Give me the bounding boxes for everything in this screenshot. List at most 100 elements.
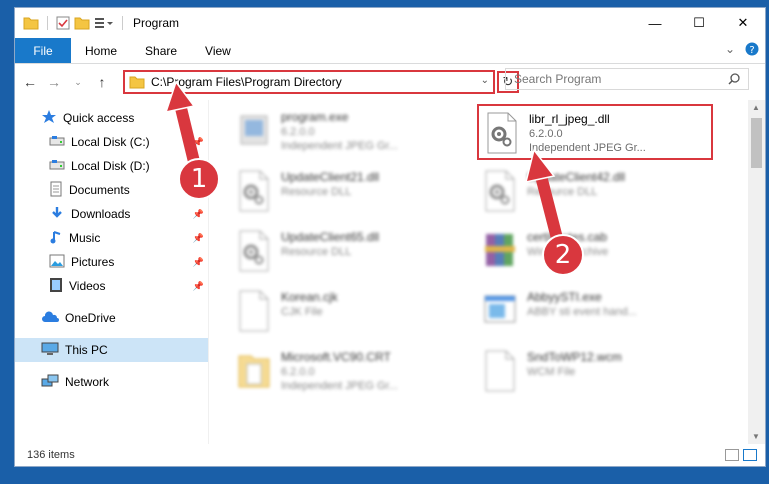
file-meta: Microsoft.VC90.CRT 6.2.0.0 Independent JPE…	[281, 350, 398, 392]
address-dropdown-icon[interactable]: ⌄	[481, 75, 489, 86]
sidebar-item-label: Documents	[69, 183, 130, 197]
file-name: Korean.cjk	[281, 290, 338, 304]
folder-file-icon	[237, 350, 271, 392]
file-item[interactable]: Korean.cjk CJK File	[231, 284, 471, 340]
file-item[interactable]: AbbyySTI.exe ABBY sti event hand...	[477, 284, 717, 340]
close-button[interactable]: ✕	[721, 8, 765, 38]
view-switcher	[725, 449, 757, 461]
item-count: 136 items	[27, 449, 75, 461]
file-item[interactable]: libr_rl_jpeg_.dll 6.2.0.0 Independent JPEG…	[477, 104, 713, 160]
computer-icon	[41, 342, 59, 359]
dll-gear-icon	[483, 170, 517, 212]
pin-icon: 📌	[192, 208, 204, 219]
file-detail: Independent JPEG Gr...	[281, 380, 398, 392]
step-badge-1: 1	[178, 158, 220, 200]
address-bar[interactable]: C:\Program Files\Program Directory ⌄	[123, 70, 495, 94]
file-name: program.exe	[281, 110, 349, 124]
sidebar-item-videos[interactable]: Videos 📌	[15, 274, 208, 298]
window-title: Program	[133, 16, 180, 30]
file-meta: UpdateClient21.dll Resource DLL	[281, 170, 379, 198]
file-name: AbbyySTI.exe	[527, 290, 602, 304]
exe-window-icon	[483, 290, 517, 332]
sidebar-item-music[interactable]: Music 📌	[15, 226, 208, 250]
sidebar-item-label: Videos	[69, 279, 106, 293]
sidebar-item-downloads[interactable]: Downloads 📌	[15, 202, 208, 226]
window-controls: — ☐ ✕	[633, 8, 765, 38]
toolbar-divider	[122, 16, 123, 30]
download-icon	[49, 205, 65, 224]
file-detail: Independent JPEG Gr...	[529, 142, 646, 154]
properties-icon[interactable]	[56, 16, 70, 30]
maximize-button[interactable]: ☐	[677, 8, 721, 38]
file-item[interactable]: UpdateClient65.dll Resource DLL	[231, 224, 471, 280]
sidebar-item-label: OneDrive	[65, 311, 116, 325]
tab-view[interactable]: View	[191, 38, 245, 63]
file-meta: UpdateClient42.dll Resource DLL	[527, 170, 625, 198]
exe-icon	[237, 110, 271, 152]
file-item[interactable]: UpdateClient42.dll Resource DLL	[477, 164, 717, 220]
file-item[interactable]: program.exe 6.2.0.0 Independent JPEG Gr...	[231, 104, 471, 160]
sidebar-item-network[interactable]: Network	[15, 370, 208, 394]
tiles-view-icon[interactable]	[743, 449, 757, 461]
file-meta: program.exe 6.2.0.0 Independent JPEG Gr...	[281, 110, 398, 152]
scroll-up-icon[interactable]: ▲	[752, 103, 760, 112]
sidebar-item-this-pc[interactable]: This PC	[15, 338, 208, 362]
back-button[interactable]: ←	[23, 74, 37, 90]
details-view-icon[interactable]	[725, 449, 739, 461]
explorer-window: Program — ☐ ✕ File Home Share View ⌄ ? ←…	[14, 7, 766, 467]
vertical-scrollbar[interactable]: ▲ ▼	[748, 100, 765, 444]
sidebar-item-label: Local Disk (D:)	[71, 159, 150, 173]
document-icon	[49, 181, 63, 200]
file-detail: 6.2.0.0	[529, 128, 563, 140]
customize-icon[interactable]	[94, 16, 114, 30]
file-detail: WCM File	[527, 366, 576, 378]
expand-ribbon-icon[interactable]: ⌄	[725, 42, 735, 56]
address-path: C:\Program Files\Program Directory	[151, 75, 342, 89]
up-button[interactable]: ↑	[95, 74, 109, 90]
minimize-button[interactable]: —	[633, 8, 677, 38]
file-icon	[483, 350, 517, 392]
sidebar-item-label: Music	[69, 231, 101, 245]
dll-gear-icon	[237, 230, 271, 272]
drive-icon	[49, 158, 65, 175]
search-input[interactable]: Search Program	[505, 68, 749, 90]
sidebar-item-label: This PC	[65, 343, 108, 357]
sidebar-item-local-disk-c[interactable]: Local Disk (C:) 📌	[15, 130, 208, 154]
picture-icon	[49, 254, 65, 271]
file-item[interactable]: UpdateClient21.dll Resource DLL	[231, 164, 471, 220]
sidebar-item-pictures[interactable]: Pictures 📌	[15, 250, 208, 274]
network-icon	[41, 374, 59, 391]
drive-icon	[49, 134, 65, 151]
help-icon[interactable]: ?	[745, 42, 759, 56]
forward-button[interactable]: →	[47, 74, 61, 90]
file-item[interactable]: SndToWP12.wcm WCM File	[477, 344, 717, 400]
file-detail: Resource DLL	[527, 186, 598, 198]
tab-file[interactable]: File	[15, 38, 71, 63]
star-icon	[41, 109, 57, 128]
file-item[interactable]: Microsoft.VC90.CRT 6.2.0.0 Independent JPE…	[231, 344, 471, 400]
navigation-pane: Quick access Local Disk (C:) 📌 Local Disk (…	[15, 100, 209, 444]
scrollbar-thumb[interactable]	[751, 118, 762, 168]
file-meta: SndToWP12.wcm WCM File	[527, 350, 622, 378]
scroll-down-icon[interactable]: ▼	[752, 432, 760, 441]
file-detail: CJK File	[281, 306, 323, 318]
dll-gear-icon	[485, 112, 519, 154]
file-meta: AbbyySTI.exe ABBY sti event hand...	[527, 290, 637, 318]
new-folder-icon[interactable]	[74, 16, 90, 30]
tab-home[interactable]: Home	[71, 38, 131, 63]
pin-icon: 📌	[192, 256, 204, 267]
sidebar-item-onedrive[interactable]: OneDrive	[15, 306, 208, 330]
sidebar-item-label: Quick access	[63, 111, 135, 125]
file-item[interactable]: certificates.cabWinRAR Archive	[477, 224, 717, 280]
file-detail: Resource DLL	[281, 186, 352, 198]
file-name: UpdateClient21.dll	[281, 170, 380, 184]
folder-icon[interactable]	[23, 16, 39, 30]
sidebar-item-label: Pictures	[71, 255, 115, 269]
recent-locations-icon[interactable]: ⌄	[71, 77, 85, 88]
tab-share[interactable]: Share	[131, 38, 191, 63]
sidebar-item-quick-access[interactable]: Quick access	[15, 106, 208, 130]
sidebar-item-label: Network	[65, 375, 110, 389]
